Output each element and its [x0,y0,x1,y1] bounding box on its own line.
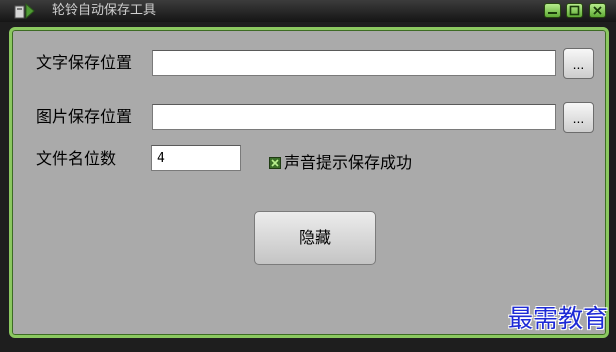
text-save-location-label: 文字保存位置 [36,53,133,72]
minimize-button[interactable] [544,3,561,18]
text-save-location-input[interactable] [152,50,556,76]
watermark-text: 最需教育 [507,304,608,333]
image-save-browse-button[interactable]: ... [563,102,594,133]
close-button[interactable] [589,3,606,18]
maximize-icon [569,5,580,16]
sound-notify-checkbox[interactable] [269,157,281,169]
window-title: 轮铃自动保存工具 [52,3,157,18]
title-bar[interactable]: 轮铃自动保存工具 [0,0,616,22]
minimize-icon [548,12,557,14]
sound-notify-label[interactable]: 声音提示保存成功 [284,152,412,174]
filename-digits-label: 文件名位数 [36,149,117,168]
text-save-browse-button[interactable]: ... [563,48,594,79]
app-icon [14,2,35,20]
check-icon [271,159,279,167]
hide-button[interactable]: 隐藏 [254,211,376,265]
filename-digits-input[interactable] [151,145,241,171]
image-save-location-input[interactable] [152,104,556,130]
close-icon [593,6,602,15]
image-save-location-label: 图片保存位置 [36,107,133,126]
maximize-button[interactable] [566,3,583,18]
